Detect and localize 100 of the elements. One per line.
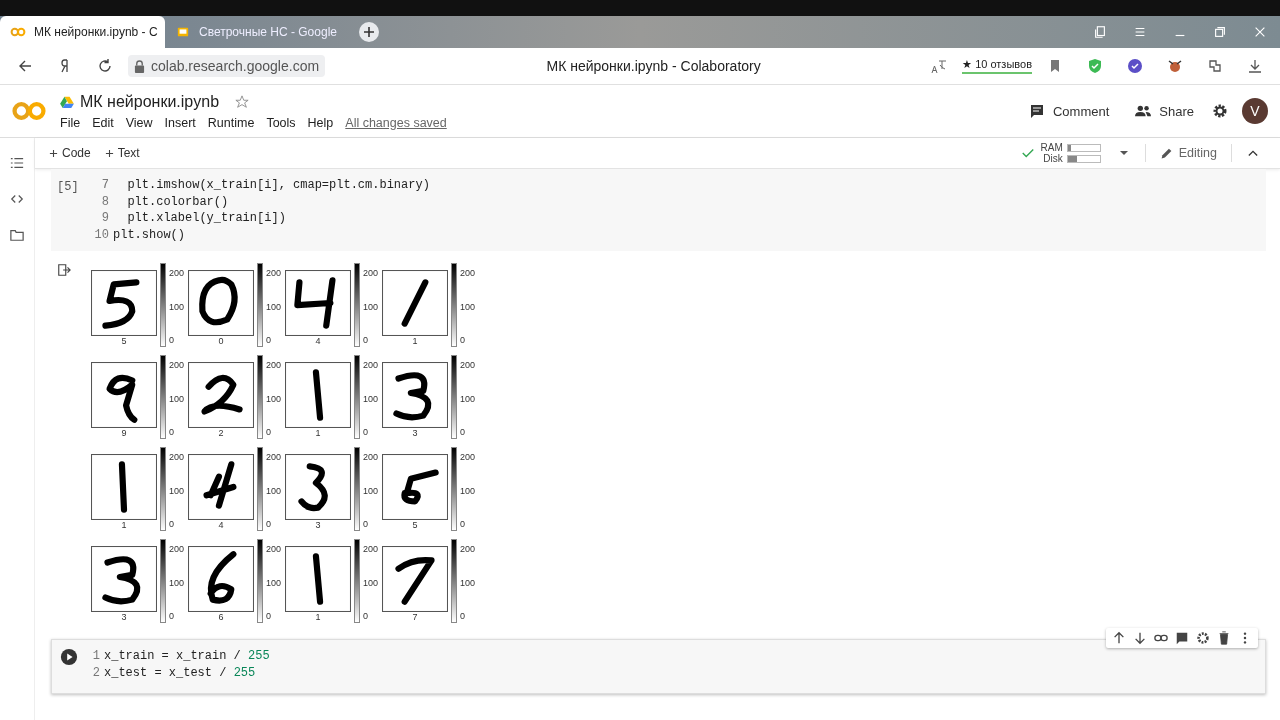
execution-count: [5]: [57, 180, 80, 194]
output-icon[interactable]: [57, 263, 71, 277]
handwritten-digit-drawing: [91, 362, 157, 428]
tick-label: 0: [266, 427, 272, 437]
move-up-icon[interactable]: [1112, 631, 1126, 645]
move-down-icon[interactable]: [1133, 631, 1147, 645]
notebook-title[interactable]: МК нейронки.ipynb: [80, 92, 220, 111]
tick-label: 200: [460, 268, 476, 278]
tick-label: 0: [363, 611, 369, 621]
download-icon[interactable]: [1247, 58, 1263, 74]
tick-label: 200: [266, 544, 282, 554]
handwritten-digit-drawing: [285, 454, 351, 520]
comment-icon[interactable]: [1175, 631, 1189, 645]
tick-label: 200: [460, 452, 476, 462]
comment-icon: [1028, 103, 1045, 119]
tick-label: 200: [169, 268, 185, 278]
lock-icon: [134, 59, 145, 73]
tick-label: 0: [363, 335, 369, 345]
tick-label: 100: [266, 393, 282, 404]
tick-label: 200: [169, 544, 185, 554]
line-number: 7: [100, 177, 109, 194]
address-bar[interactable]: colab.research.google.com: [128, 55, 326, 77]
star-icon[interactable]: [235, 94, 250, 109]
translate-icon[interactable]: [931, 58, 948, 74]
menu-item[interactable]: View: [125, 115, 153, 130]
reviews-link[interactable]: ★ 10 отзывов: [962, 58, 1032, 74]
handwritten-digit-drawing: [285, 362, 351, 428]
code-cell[interactable]: [5] 7 plt.imshow(x_train[i], cmap=plt.cm.binary) 8 plt.colorbar() 9 plt.xlabel(y_train[i]) 10 plt.show(): [51, 169, 1266, 251]
tick-label: 100: [363, 577, 379, 588]
code-cell[interactable]: 1 x_train = x_train / 255 2 x_test = x_test / 255: [51, 639, 1266, 694]
tick-label: 0: [460, 519, 466, 529]
new-tab-icon[interactable]: [358, 22, 379, 42]
folder-icon[interactable]: [10, 228, 24, 242]
tick-label: 0: [169, 335, 175, 345]
code-line: plt.imshow(x_train[i], cmap=plt.cm.binary): [126, 177, 430, 194]
menu-icon[interactable]: [1133, 25, 1147, 39]
tick-label: 0: [363, 427, 369, 437]
menu-item[interactable]: Runtime: [207, 115, 255, 130]
tick-label: 200: [266, 268, 282, 278]
handwritten-digit-drawing: [382, 546, 448, 612]
axis-label: 7: [412, 612, 418, 623]
share-button[interactable]: Share: [1127, 97, 1202, 125]
delete-icon[interactable]: [1217, 631, 1231, 645]
close-icon[interactable]: [1253, 25, 1267, 39]
reload-icon[interactable]: [97, 58, 113, 74]
menu-item[interactable]: Tools: [266, 115, 296, 130]
save-status-link[interactable]: All changes saved: [345, 115, 447, 130]
tick-label: 0: [460, 427, 466, 437]
back-icon[interactable]: [17, 58, 33, 74]
tick-label: 0: [266, 335, 272, 345]
check-icon: [1020, 146, 1035, 160]
ram-label: RAM: [1040, 142, 1063, 153]
caret-icon[interactable]: [1118, 149, 1129, 157]
avatar[interactable]: V: [1242, 98, 1268, 124]
code-line: plt.colorbar(): [126, 193, 229, 210]
handwritten-digit-drawing: [188, 270, 254, 336]
axis-label: 5: [412, 520, 418, 531]
code-line: plt.xlabel(y_train[i]): [126, 210, 286, 227]
menu-item[interactable]: File: [60, 115, 81, 130]
tick-label: 0: [460, 611, 466, 621]
tick-label: 200: [363, 544, 379, 554]
tick-label: 200: [266, 360, 282, 370]
tabs-icon[interactable]: [1093, 25, 1107, 39]
menu-item[interactable]: Edit: [92, 115, 114, 130]
tick-label: 200: [363, 452, 379, 462]
plus-icon: [49, 148, 58, 158]
menu-item[interactable]: Insert: [164, 115, 196, 130]
menu-item[interactable]: Help: [307, 115, 334, 130]
tick-label: 100: [169, 485, 185, 496]
add-code-button[interactable]: Code: [45, 144, 95, 162]
axis-label: 3: [315, 520, 321, 531]
table-of-contents-icon[interactable]: [10, 156, 24, 170]
axis-label: 5: [121, 336, 127, 347]
tick-label: 200: [363, 360, 379, 370]
tick-label: 100: [363, 301, 379, 312]
ram-meter: [1066, 143, 1101, 152]
check-badge-icon[interactable]: [1127, 58, 1143, 74]
line-number: 8: [100, 193, 109, 210]
restore-icon[interactable]: [1213, 25, 1227, 39]
disk-meter: [1066, 154, 1101, 163]
line-number: 9: [100, 210, 109, 227]
code-line: plt.show(): [113, 226, 185, 243]
editing-button[interactable]: Editing: [1153, 145, 1223, 161]
code-line: x_train = x_train / 255: [104, 648, 270, 665]
comment-button[interactable]: Comment: [1020, 97, 1118, 125]
code-icon[interactable]: [10, 192, 24, 206]
tick-label: 100: [169, 393, 185, 404]
run-button-icon[interactable]: [60, 648, 78, 666]
tick-label: 200: [169, 452, 185, 462]
extensions-icon[interactable]: [1207, 58, 1223, 74]
tick-label: 0: [266, 519, 272, 529]
collapse-icon[interactable]: [1248, 149, 1258, 157]
axis-label: 4: [218, 520, 224, 531]
handwritten-digit-drawing: [382, 270, 448, 336]
tick-label: 200: [169, 360, 185, 370]
add-text-button[interactable]: Text: [100, 144, 144, 162]
browser-tab[interactable]: МК нейронки.ipynb - C: [0, 16, 165, 48]
extension-icon[interactable]: [1167, 58, 1183, 74]
handwritten-digit-drawing: [188, 546, 254, 612]
handwritten-digit-drawing: [285, 546, 351, 612]
